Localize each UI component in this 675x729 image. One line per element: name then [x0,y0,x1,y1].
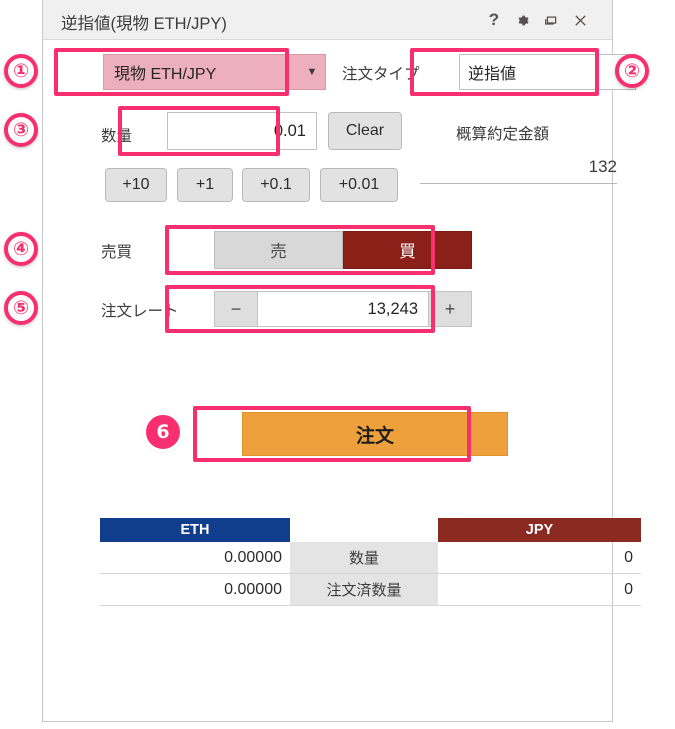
highlight-submit-order [193,406,471,462]
annotation-badge-4: ④ [4,232,38,266]
estimated-amount-label: 概算約定金額 [456,126,550,143]
help-icon-glyph: ? [488,10,500,29]
jpy-ordered-value: 0 [624,580,633,598]
table-header-row: ETH JPY [100,518,641,542]
balance-table: ETH JPY 0.00000 数量 0 0.00000 注文済数量 0 [100,518,641,606]
highlight-order-rate [165,285,435,333]
annotation-badge-6: 6 [146,415,180,449]
estimated-amount-value: 132 [420,157,617,184]
jpy-quantity-value: 0 [624,548,633,566]
increment-0.01-button[interactable]: +0.01 [320,168,398,202]
table-row: 0.00000 数量 0 [100,542,641,574]
gear-icon[interactable] [511,9,533,31]
eth-quantity-value: 0.00000 [224,548,282,566]
row-label-ordered: 注文済数量 [290,574,438,605]
highlight-quantity [118,106,280,156]
side-label: 売買 [101,244,133,261]
clear-button[interactable]: Clear [328,112,402,150]
close-icon[interactable] [569,9,591,31]
highlight-order-type [410,48,599,96]
row-label-quantity: 数量 [290,542,438,573]
annotation-badge-1: ① [4,54,38,88]
increment-0.1-button[interactable]: +0.1 [242,168,310,202]
help-icon[interactable]: ? [483,9,505,31]
annotation-badge-3: ③ [4,113,38,147]
annotation-badge-5: ⑤ [4,291,38,325]
chevron-down-icon: ▼ [306,66,318,78]
column-header-mid [290,518,438,542]
order-type-label: 注文タイプ [342,66,420,83]
window-title: 逆指値(現物 ETH/JPY) [61,15,227,33]
restore-icon[interactable] [540,9,562,31]
highlight-trading-pair [54,48,289,96]
column-header-eth: ETH [100,518,290,542]
column-header-jpy: JPY [438,518,641,542]
increment-1-button[interactable]: +1 [177,168,233,202]
increment-10-button[interactable]: +10 [105,168,167,202]
window-titlebar: 逆指値(現物 ETH/JPY) ? [43,0,612,40]
table-row: 0.00000 注文済数量 0 [100,574,641,606]
eth-ordered-value: 0.00000 [224,580,282,598]
highlight-side-toggle [165,225,435,275]
annotation-badge-2: ② [615,54,649,88]
